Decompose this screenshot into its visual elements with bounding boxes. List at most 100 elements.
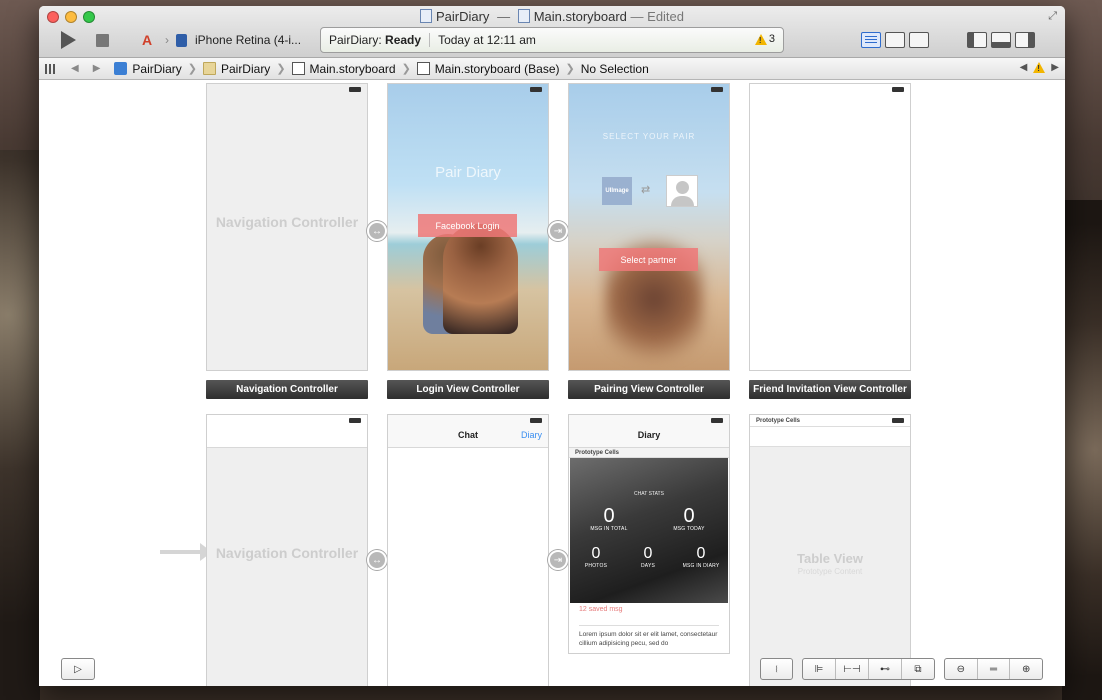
chevron-right-icon: ❯ [565,63,575,75]
swap-icon: ⇄ [641,184,651,196]
scene-navigation-controller-2[interactable]: Navigation Controller [206,414,368,686]
table-view-label: Table View [797,551,863,566]
title-bar: PairDiary — Main.storyboard — Edited ⤢ A… [39,6,1065,58]
scene-caption[interactable]: Pairing View Controller [568,380,730,399]
breadcrumb-selection[interactable]: No Selection [581,62,649,76]
scene-friend-invitation[interactable] [749,83,911,371]
stat-msg-diary: 0 MSG IN DIARY [682,545,720,569]
segue-icon[interactable]: ⇥ [548,221,568,241]
title-file: Main.storyboard [533,9,627,24]
prototype-cell [750,427,910,447]
back-icon[interactable]: ◀ [71,63,79,74]
scene-caption[interactable]: Navigation Controller [206,380,368,399]
chevron-right-icon: ❯ [276,63,286,75]
storyboard-canvas[interactable]: Navigation Controller Navigation Control… [39,81,1065,686]
segue-icon[interactable]: ↔ [367,550,387,570]
initial-view-controller-arrow[interactable] [160,543,212,561]
issue-navigator-controls: ◀ ! ▶ [1020,62,1059,73]
chat-stats-background-image: CHAT STATS 0 MSG IN TOTAL 0 MSG TODAY 0 PHO… [570,458,728,603]
assistant-editor-button[interactable] [885,32,905,48]
desktop-background-right [1062,200,1102,700]
battery-icon [349,418,361,423]
navigator-toggle-button[interactable] [967,32,987,48]
autolayout-controls: ⊫ ⊢⊣ ⊷ ⧉ [802,658,935,680]
chevron-right-icon: ❯ [187,63,197,75]
warning-icon: ! [754,33,767,45]
partner-avatar-icon [666,175,698,207]
segue-icon[interactable]: ⇥ [548,550,568,570]
diary-entry-preview: Lorem ipsum dolor sit er elit lamet, con… [579,625,719,648]
scene-caption[interactable]: Login View Controller [387,380,549,399]
title-separator: — [497,9,511,24]
stat-days: 0 DAYS [640,545,656,569]
form-factor-toggle-button[interactable]: ⧙ [760,658,793,680]
pin-icon[interactable]: ⊢⊣ [836,659,869,679]
battery-icon [711,418,723,423]
battery-icon [892,87,904,92]
resizing-icon[interactable]: ⧉ [902,659,934,679]
play-square-icon: ▷ [74,663,82,675]
scene-placeholder-label: Navigation Controller [215,214,359,230]
scene-caption[interactable]: Friend Invitation View Controller [749,380,911,399]
warning-icon[interactable]: ! [1033,62,1046,73]
device-resize-icon: ⧙ [775,663,778,675]
battery-icon [349,87,361,92]
pair-image-placeholder: UIImage [602,177,632,205]
breadcrumb-group[interactable]: PairDiary [221,62,270,76]
scheme-selector[interactable]: A › iPhone Retina (4-i... [139,32,301,48]
chat-stats-title: CHAT STATS [634,491,664,497]
scene-login[interactable]: Pair Diary Facebook Login [387,83,549,371]
warning-count: 3 [768,33,775,45]
title-edited: — Edited [630,9,685,24]
breadcrumb-file[interactable]: Main.storyboard [310,62,396,76]
zoom-to-fit-icon[interactable]: ═ [978,659,1011,679]
select-partner-button[interactable]: Select partner [599,248,698,271]
activity-viewer: PairDiary: Ready Today at 12:11 am ! 3 [320,27,784,53]
previous-issue-icon[interactable]: ◀ [1020,62,1028,73]
chevron-right-icon: ❯ [401,63,411,75]
storyboard-icon [291,62,305,75]
scene-navigation-controller[interactable]: Navigation Controller [206,83,368,371]
run-button[interactable] [61,31,76,49]
scene-diary[interactable]: Diary Prototype Cells CHAT STATS 0 MSG IN… [568,414,730,654]
standard-editor-button[interactable] [861,32,881,48]
related-items-icon[interactable] [45,63,57,74]
fullscreen-icon[interactable]: ⤢ [1048,10,1057,23]
breadcrumb-base[interactable]: Main.storyboard (Base) [435,62,560,76]
stop-button[interactable] [96,34,109,47]
stat-photos: 0 PHOTOS [584,545,608,569]
zoom-out-icon[interactable]: ⊖ [945,659,978,679]
diary-nav-title: Diary [637,430,661,440]
resolve-issues-icon[interactable]: ⊷ [869,659,902,679]
login-app-title: Pair Diary [435,164,501,181]
zoom-controls: ⊖ ═ ⊕ [944,658,1043,680]
stat-msg-total: 0 MSG IN TOTAL [590,505,628,532]
scene-chat[interactable]: Chat Diary [387,414,549,686]
scene-table-view[interactable]: Prototype Cells Table View Prototype Con… [749,414,911,686]
project-icon [114,62,128,75]
document-outline-toggle-button[interactable]: ▷ [61,658,95,680]
diary-nav-button[interactable]: Diary [521,430,542,440]
next-issue-icon[interactable]: ▶ [1051,62,1059,73]
forward-icon[interactable]: ▶ [93,63,101,74]
align-icon[interactable]: ⊫ [803,659,836,679]
breadcrumb-project[interactable]: PairDiary [132,62,181,76]
chevron-right-icon: › [165,33,169,47]
desktop-background-left [0,150,40,700]
zoom-in-icon[interactable]: ⊕ [1010,659,1042,679]
segue-icon[interactable]: ↔ [367,221,387,241]
version-editor-button[interactable] [909,32,929,48]
battery-icon [711,87,723,92]
status-project: PairDiary: [329,33,382,47]
battery-icon [892,418,904,423]
utilities-toggle-button[interactable] [1015,32,1035,48]
select-pair-heading: SELECT YOUR PAIR [602,132,696,141]
storyboard-icon [416,62,430,75]
debug-area-toggle-button[interactable] [991,32,1011,48]
window-title: PairDiary — Main.storyboard — Edited [39,9,1065,24]
battery-icon [530,87,542,92]
breadcrumb: PairDiary ❯ PairDiary ❯ Main.storyboard … [114,62,649,76]
facebook-login-button[interactable]: Facebook Login [418,214,517,237]
scene-pairing[interactable]: SELECT YOUR PAIR UIImage ⇄ Select partne… [568,83,730,371]
warning-badge[interactable]: ! 3 [754,33,775,45]
